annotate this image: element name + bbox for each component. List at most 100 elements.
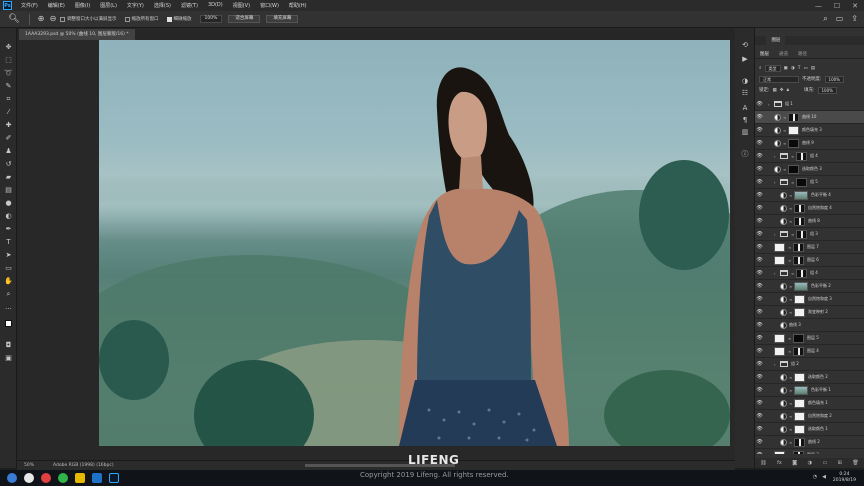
visibility-eye-icon[interactable]: 👁︎ xyxy=(755,114,764,120)
quick-select-tool-icon[interactable]: ✎ xyxy=(3,81,14,91)
crop-tool-icon[interactable]: ⌗ xyxy=(3,94,14,104)
layer-mask-thumbnail[interactable] xyxy=(794,411,805,421)
fit-screen-button[interactable]: 适合屏幕 xyxy=(228,15,261,23)
mask-link-icon[interactable]: ∞ xyxy=(788,453,792,455)
layer-mask-thumbnail[interactable] xyxy=(788,125,799,135)
brush-tool-icon[interactable]: ✐ xyxy=(3,133,14,143)
pen-tool-icon[interactable]: ✒ xyxy=(3,224,14,234)
layer-mask-thumbnail[interactable] xyxy=(794,398,805,408)
layer-row[interactable]: 👁︎ 曲线 3 xyxy=(755,319,864,332)
menu-item[interactable]: 图层(L) xyxy=(95,2,122,9)
layer-row[interactable]: 👁︎ ∞ 图层 7 xyxy=(755,241,864,254)
layer-row[interactable]: 👁︎ ∞ 图层 5 xyxy=(755,332,864,345)
layer-mask-thumbnail[interactable] xyxy=(796,151,807,161)
new-layer-icon[interactable]: ⊞ xyxy=(838,460,842,466)
mask-link-icon[interactable]: ∞ xyxy=(789,414,793,419)
layer-mask-thumbnail[interactable] xyxy=(793,346,804,356)
mask-link-icon[interactable]: ∞ xyxy=(783,167,787,172)
layer-mask-thumbnail[interactable] xyxy=(794,203,805,213)
visibility-eye-icon[interactable]: 👁︎ xyxy=(755,374,764,380)
document-tab[interactable]: 1AAA3293.psd @ 50% (曲线 10, 图层蒙版/16) * xyxy=(19,29,135,40)
layer-mask-thumbnail[interactable] xyxy=(794,424,805,434)
filter-pixel-icon[interactable]: ▣ xyxy=(784,66,788,71)
mask-link-icon[interactable]: ∞ xyxy=(783,115,787,120)
visibility-eye-icon[interactable]: 👁︎ xyxy=(755,140,764,146)
layer-row[interactable]: 👁︎ ∞ 颜色填充 1 xyxy=(755,397,864,410)
layer-row[interactable]: 👁︎ ∞ 图层 6 xyxy=(755,254,864,267)
layer-row[interactable]: 👁︎ › 组 2 xyxy=(755,358,864,371)
menu-item[interactable]: 图像(I) xyxy=(70,2,95,9)
filter-type-icon[interactable]: T xyxy=(798,66,801,71)
actions-play-icon[interactable]: ▶ xyxy=(739,54,751,64)
photoshop-taskbar-icon[interactable] xyxy=(109,473,119,483)
blend-mode-select[interactable]: 正常 xyxy=(759,75,799,83)
mask-link-icon[interactable]: ∞ xyxy=(789,388,793,393)
screen-mode-icon[interactable]: ▣ xyxy=(3,353,14,363)
quick-mask-icon[interactable]: ◘ xyxy=(3,340,14,350)
mask-link-icon[interactable]: ∞ xyxy=(789,206,793,211)
menu-item[interactable]: 文字(Y) xyxy=(122,2,149,9)
layer-row[interactable]: 👁︎ › ∞ 组 3 xyxy=(755,228,864,241)
mask-link-icon[interactable]: ∞ xyxy=(789,219,793,224)
minimize-button[interactable]: — xyxy=(815,2,822,10)
layer-mask-thumbnail[interactable] xyxy=(794,307,805,317)
layer-mask-thumbnail[interactable] xyxy=(796,268,807,278)
mask-link-icon[interactable]: ∞ xyxy=(789,427,793,432)
layer-row[interactable]: 👁︎ ∞ 色彩平衡 2 xyxy=(755,280,864,293)
visibility-eye-icon[interactable]: 👁︎ xyxy=(755,218,764,224)
layer-row[interactable]: 👁︎ ∞ 选取颜色 2 xyxy=(755,371,864,384)
layer-mask-thumbnail[interactable] xyxy=(794,372,805,382)
layer-row[interactable]: 👁︎ ∞ 图层 4 xyxy=(755,345,864,358)
layer-mask-thumbnail[interactable] xyxy=(794,281,808,291)
mask-link-icon[interactable]: ∞ xyxy=(788,258,792,263)
clock[interactable]: 0:24 2019/8/19 xyxy=(833,472,856,484)
tab-paths[interactable]: 路径 xyxy=(793,50,812,58)
layer-style-icon[interactable]: fx xyxy=(777,460,782,466)
layer-mask-thumbnail[interactable] xyxy=(793,255,804,265)
visibility-eye-icon[interactable]: 👁︎ xyxy=(755,127,764,133)
maximize-button[interactable]: ☐ xyxy=(834,2,840,10)
mask-link-icon[interactable]: ∞ xyxy=(788,245,792,250)
menu-item[interactable]: 编辑(E) xyxy=(43,2,70,9)
layer-mask-thumbnail[interactable] xyxy=(788,138,799,148)
layer-mask-thumbnail[interactable] xyxy=(796,177,807,187)
tab-channels[interactable]: 通道 xyxy=(774,50,793,58)
lock-pixels-icon[interactable]: ▦ xyxy=(773,88,777,93)
filter-shape-icon[interactable]: ▭ xyxy=(803,66,807,71)
mask-link-icon[interactable]: ∞ xyxy=(791,232,795,237)
visibility-eye-icon[interactable]: 👁︎ xyxy=(755,387,764,393)
visibility-eye-icon[interactable]: 👁︎ xyxy=(755,244,764,250)
path-select-tool-icon[interactable]: ➤ xyxy=(3,250,14,260)
share-icon[interactable]: ⇪ xyxy=(851,14,858,24)
fill-field[interactable]: 100% xyxy=(817,86,837,94)
visibility-eye-icon[interactable]: 👁︎ xyxy=(755,400,764,406)
network-icon[interactable]: ◔ xyxy=(813,474,817,480)
lock-all-icon[interactable]: 🔒︎ xyxy=(787,87,789,93)
volume-icon[interactable]: ◀ xyxy=(822,474,826,480)
layer-row[interactable]: 👁︎ ∞ 图层 3 xyxy=(755,449,864,454)
layer-row[interactable]: 👁︎ ∞ 色彩平衡 4 xyxy=(755,189,864,202)
mask-link-icon[interactable]: ∞ xyxy=(789,284,793,289)
zoom-in-icon[interactable]: ⊕ xyxy=(36,14,46,24)
blur-tool-icon[interactable]: ● xyxy=(3,198,14,208)
layer-mask-thumbnail[interactable] xyxy=(788,164,799,174)
visibility-eye-icon[interactable]: 👁︎ xyxy=(755,452,764,454)
folder-icon[interactable] xyxy=(75,473,85,483)
healing-brush-tool-icon[interactable]: ✚ xyxy=(3,120,14,130)
browser-icon[interactable] xyxy=(24,473,34,483)
zoom-percent-field[interactable]: 100% xyxy=(199,15,223,23)
info-icon[interactable]: ⓘ xyxy=(739,149,751,159)
tab-layers[interactable]: 图层 xyxy=(755,50,774,58)
lasso-tool-icon[interactable]: ➰ xyxy=(3,68,14,78)
fill-screen-button[interactable]: 填充屏幕 xyxy=(266,15,299,23)
visibility-eye-icon[interactable]: 👁︎ xyxy=(755,361,764,367)
gradient-tool-icon[interactable]: ▤ xyxy=(3,185,14,195)
mask-link-icon[interactable]: ∞ xyxy=(788,336,792,341)
visibility-eye-icon[interactable]: 👁︎ xyxy=(755,231,764,237)
visibility-eye-icon[interactable]: 👁︎ xyxy=(755,413,764,419)
layer-kind-filter[interactable]: 类型 xyxy=(764,64,781,72)
layer-row[interactable]: 👁︎ ∞ 曲线 2 xyxy=(755,436,864,449)
menu-item[interactable]: 文件(F) xyxy=(16,2,43,9)
mask-link-icon[interactable]: ∞ xyxy=(789,401,793,406)
layer-row[interactable]: 👁︎ ∞ 自然饱和度 4 xyxy=(755,202,864,215)
